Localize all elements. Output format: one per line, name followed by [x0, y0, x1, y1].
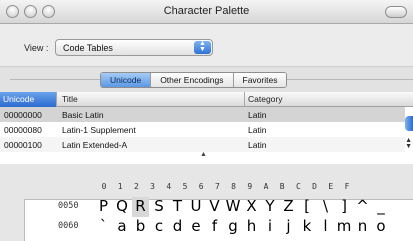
window-title: Character Palette: [163, 5, 250, 17]
row-code: 00000000: [4, 110, 42, 120]
row-code: 00000080: [4, 125, 42, 135]
glyph-cell[interactable]: h: [243, 217, 260, 237]
scroll-arrows-icon[interactable]: ▲ ▼: [405, 137, 412, 150]
row-title: Latin-1 Supplement: [62, 125, 136, 135]
glyph-cell[interactable]: f: [206, 217, 223, 237]
glyph-cell[interactable]: T: [169, 197, 186, 217]
table-header: Unicode Title Category: [0, 92, 413, 107]
encoding-tabs: Unicode Other Encodings Favorites: [100, 72, 288, 88]
column-divider: [56, 92, 57, 107]
glyph-cell[interactable]: o: [373, 217, 390, 237]
view-select-value: Code Tables: [63, 43, 113, 53]
row-category: Latin: [248, 125, 267, 135]
character-palette-window: Character Palette View : Code Tables ▲ ▼ …: [0, 0, 413, 241]
row-category: Latin: [248, 140, 267, 150]
hex-column-header: 4: [166, 182, 172, 191]
row-code: 00000100: [4, 140, 42, 150]
glyph-cell[interactable]: Z: [280, 197, 297, 217]
glyph-cell[interactable]: d: [169, 217, 186, 237]
table-row[interactable]: 00000080 Latin-1 Supplement Latin: [0, 122, 405, 137]
hex-column-header: A: [263, 182, 269, 191]
glyph-cell[interactable]: k: [299, 217, 316, 237]
toolbar-toggle-button[interactable]: [385, 6, 407, 18]
grid-row-label: 0050: [58, 201, 79, 211]
glyph-cell[interactable]: _: [373, 197, 390, 217]
row-category: Latin: [248, 110, 267, 120]
column-header-title[interactable]: Title: [62, 94, 78, 104]
glyph-cell[interactable]: ]: [336, 197, 353, 217]
hex-column-header: B: [279, 182, 285, 191]
table-scrollbar-thumb[interactable]: [405, 116, 413, 131]
glyph-cell[interactable]: a: [114, 217, 131, 237]
column-header-unicode[interactable]: Unicode: [0, 92, 56, 107]
glyph-cell[interactable]: [: [299, 197, 316, 217]
glyph-cell[interactable]: Y: [262, 197, 279, 217]
split-resize-handle-icon[interactable]: ▲: [200, 151, 207, 158]
row-title: Latin Extended-A: [62, 140, 128, 150]
tab-unicode[interactable]: Unicode: [101, 73, 152, 87]
select-arrows-icon: ▲ ▼: [194, 40, 211, 54]
glyph-cell[interactable]: j: [280, 217, 297, 237]
glyph-cell[interactable]: l: [317, 217, 334, 237]
glyph-cell[interactable]: X: [243, 197, 260, 217]
view-select[interactable]: Code Tables ▲ ▼: [55, 39, 213, 56]
glyph-cell[interactable]: g: [225, 217, 242, 237]
glyph-cell[interactable]: b: [132, 217, 149, 237]
glyph-cell[interactable]: e: [188, 217, 205, 237]
hex-column-header: 1: [117, 182, 123, 191]
glyph-cell[interactable]: W: [225, 197, 242, 217]
hex-column-header: E: [328, 182, 334, 191]
glyph-cell[interactable]: i: [262, 217, 279, 237]
glyph-cell[interactable]: m: [336, 217, 353, 237]
hex-column-header: C: [295, 182, 301, 191]
glyph-cell[interactable]: U: [188, 197, 205, 217]
glyph-cell[interactable]: n: [354, 217, 371, 237]
column-header-category[interactable]: Category: [248, 94, 283, 104]
tab-other-encodings[interactable]: Other Encodings: [151, 73, 234, 87]
hex-column-header: 9: [247, 182, 253, 191]
hex-column-header: 3: [150, 182, 155, 191]
glyph-grid-area: 0 1 2 3 4 5 6 7 8 9 A B C D E F 0050 0060 P Q R S T U V W X Y Z[\…: [0, 164, 413, 241]
grid-row-label: 0060: [58, 221, 79, 231]
hex-column-header: F: [344, 182, 350, 191]
glyph-cell[interactable]: c: [151, 217, 168, 237]
glyph-cell[interactable]: V: [206, 197, 223, 217]
code-table: Unicode Title Category 00000000 Basic La…: [0, 92, 413, 164]
hex-column-header: 7: [214, 182, 220, 191]
tab-area: Unicode Other Encodings Favorites: [0, 66, 413, 92]
glyph-cell[interactable]: S: [151, 197, 168, 217]
glyph-cell[interactable]: ^: [354, 197, 371, 217]
title-bar: Character Palette: [0, 0, 413, 24]
tab-favorites[interactable]: Favorites: [233, 73, 287, 87]
row-title: Basic Latin: [62, 110, 104, 120]
table-row[interactable]: 00000100 Latin Extended-A Latin: [0, 137, 405, 152]
glyph-cell[interactable]: Q: [114, 197, 131, 217]
hex-column-header: 8: [231, 182, 236, 191]
hex-column-header: 2: [133, 182, 139, 191]
hex-column-header: 6: [198, 182, 204, 191]
view-label: View :: [24, 43, 49, 53]
column-divider: [244, 92, 245, 107]
glyph-cell[interactable]: `: [95, 217, 112, 237]
hex-column-header: 0: [101, 182, 107, 191]
table-row[interactable]: 00000000 Basic Latin Latin: [0, 107, 405, 122]
hex-column-header: D: [312, 182, 317, 191]
glyph-cell[interactable]: R: [132, 197, 149, 217]
hex-column-header: 5: [182, 182, 188, 191]
view-row: View : Code Tables ▲ ▼: [0, 24, 413, 66]
glyph-cell[interactable]: \: [317, 197, 334, 217]
glyph-cell[interactable]: P: [95, 197, 112, 217]
